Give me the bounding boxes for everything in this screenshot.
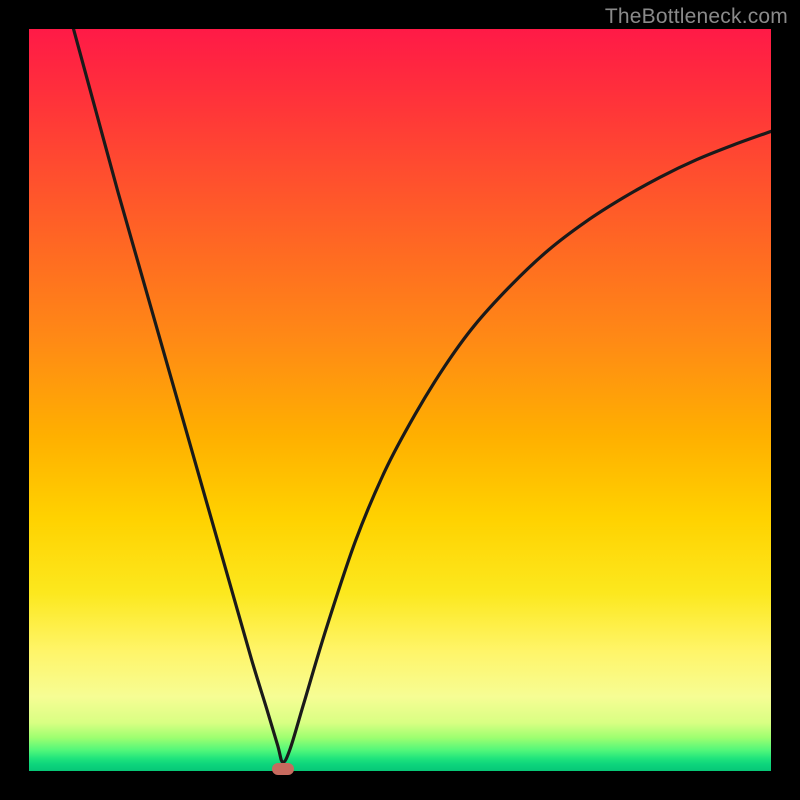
- watermark-text: TheBottleneck.com: [605, 5, 788, 29]
- chart-frame: TheBottleneck.com: [0, 0, 800, 800]
- plot-gradient-area: [29, 29, 771, 771]
- minimum-marker: [272, 763, 294, 776]
